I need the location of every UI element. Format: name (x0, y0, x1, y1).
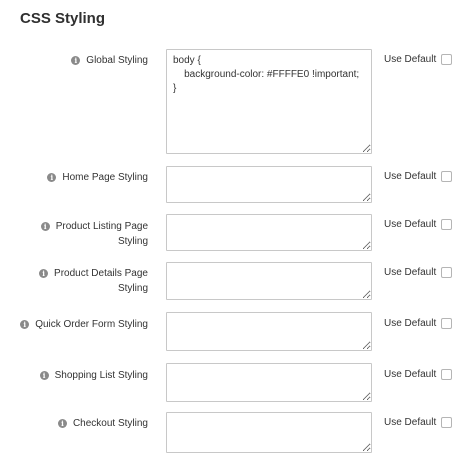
checkout-styling-textarea[interactable] (166, 412, 372, 453)
info-icon[interactable]: i (71, 56, 81, 65)
use-default-checkbox[interactable] (441, 54, 452, 65)
label-text: Checkout Styling (72, 418, 148, 429)
use-default-label: Use Default (384, 417, 437, 428)
field-label: i Product Listing Page Styling (13, 219, 148, 249)
field-label: i Product Details Page Styling (13, 266, 148, 296)
field-label: i Global Styling (13, 53, 148, 68)
label-text: Product Details Page (54, 268, 148, 279)
use-default-label: Use Default (384, 54, 437, 65)
field-label: i Home Page Styling (13, 170, 148, 185)
info-icon[interactable]: i (39, 371, 49, 380)
global-styling-textarea[interactable]: body { background-color: #FFFFE0 !import… (166, 49, 372, 154)
use-default-label: Use Default (384, 219, 437, 230)
use-default-checkbox[interactable] (441, 171, 452, 182)
use-default-label: Use Default (384, 369, 437, 380)
label-text: Product Listing Page (55, 221, 148, 232)
info-icon[interactable]: i (40, 222, 50, 231)
field-label: i Shopping List Styling (13, 368, 148, 383)
product-details-styling-textarea[interactable] (166, 262, 372, 300)
info-icon[interactable]: i (20, 320, 30, 329)
home-page-styling-textarea[interactable] (166, 166, 372, 203)
field-label: i Checkout Styling (13, 416, 148, 431)
shopping-list-styling-textarea[interactable] (166, 363, 372, 402)
use-default-checkbox[interactable] (441, 417, 452, 428)
use-default-checkbox[interactable] (441, 219, 452, 230)
label-text: Quick Order Form Styling (35, 319, 148, 330)
css-styling-section: CSS Styling i Global Styling body { backg… (0, 0, 474, 470)
label-text-line-2: Styling (117, 283, 148, 294)
section-title: CSS Styling (20, 10, 106, 27)
label-text-line-2: Styling (117, 236, 148, 247)
use-default-label: Use Default (384, 171, 437, 182)
field-label: i Quick Order Form Styling (8, 317, 148, 332)
label-text: Global Styling (86, 55, 148, 66)
info-icon[interactable]: i (47, 173, 57, 182)
use-default-checkbox[interactable] (441, 369, 452, 380)
quick-order-styling-textarea[interactable] (166, 312, 372, 351)
product-listing-styling-textarea[interactable] (166, 214, 372, 251)
use-default-checkbox[interactable] (441, 318, 452, 329)
use-default-label: Use Default (384, 318, 437, 329)
use-default-label: Use Default (384, 267, 437, 278)
use-default-checkbox[interactable] (441, 267, 452, 278)
info-icon[interactable]: i (39, 269, 49, 278)
label-text: Home Page Styling (62, 172, 148, 183)
label-text: Shopping List Styling (54, 370, 148, 381)
info-icon[interactable]: i (57, 419, 67, 428)
